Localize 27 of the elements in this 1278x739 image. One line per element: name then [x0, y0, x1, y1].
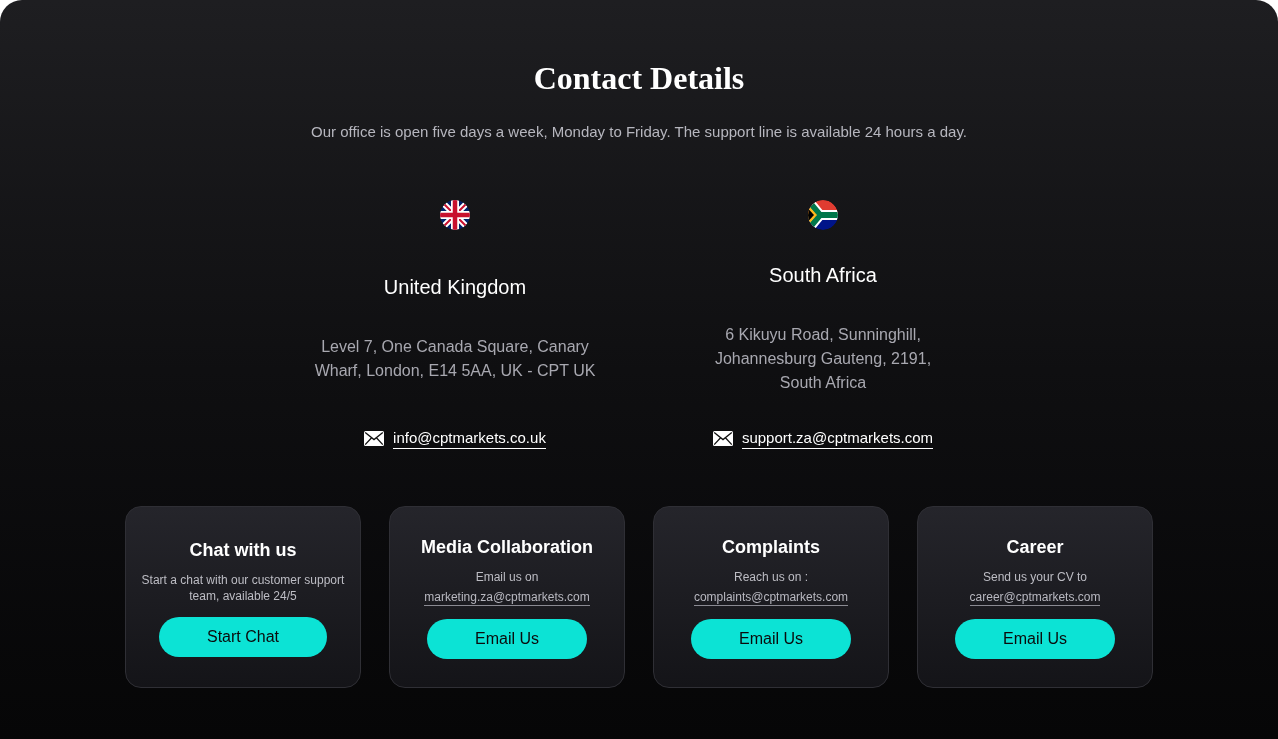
- country-heading: United Kingdom: [383, 275, 527, 300]
- country-heading: South Africa: [769, 263, 877, 288]
- union-jack-flag-icon: [440, 200, 470, 230]
- page-subtitle: Our office is open five days a week, Monday to Friday. The support line is available 24 hours a day.: [311, 122, 967, 142]
- action-button[interactable]: Email Us: [427, 619, 587, 659]
- email-link[interactable]: complaints@cptmarkets.com: [693, 590, 849, 606]
- action-button[interactable]: Start Chat: [159, 616, 327, 657]
- address-text: Level 7, One Canada Square, Canary Wharf, London, E14 5AA, UK - CPT UK: [314, 337, 596, 381]
- south-africa-flag-icon: [808, 200, 838, 230]
- card-description: Send us your CV to: [982, 569, 1088, 585]
- email-link[interactable]: support.za@cptmarkets.com: [741, 427, 934, 449]
- card-title: Chat with us: [189, 538, 297, 562]
- card-title: Career: [1006, 536, 1064, 559]
- envelope-icon: [712, 430, 733, 446]
- card-description: Start a chat with our customer support team, available 24/5: [141, 571, 345, 604]
- card-description: Reach us on :: [733, 569, 808, 585]
- page-title: Contact Details: [533, 59, 745, 98]
- email-link[interactable]: career@cptmarkets.com: [969, 590, 1101, 606]
- email-link[interactable]: info@cptmarkets.co.uk: [393, 427, 546, 449]
- action-button[interactable]: Email Us: [955, 619, 1115, 659]
- address-text: 6 Kikuyu Road, Sunninghill, Johannesburg Gauteng, 2191, South Africa: [714, 325, 932, 393]
- action-button[interactable]: Email Us: [691, 619, 851, 659]
- card-title: Complaints: [722, 536, 820, 559]
- email-link[interactable]: marketing.za@cptmarkets.com: [424, 590, 590, 606]
- card-description: Email us on: [475, 569, 539, 585]
- card-title: Media Collaboration: [421, 536, 593, 559]
- envelope-icon: [364, 430, 385, 446]
